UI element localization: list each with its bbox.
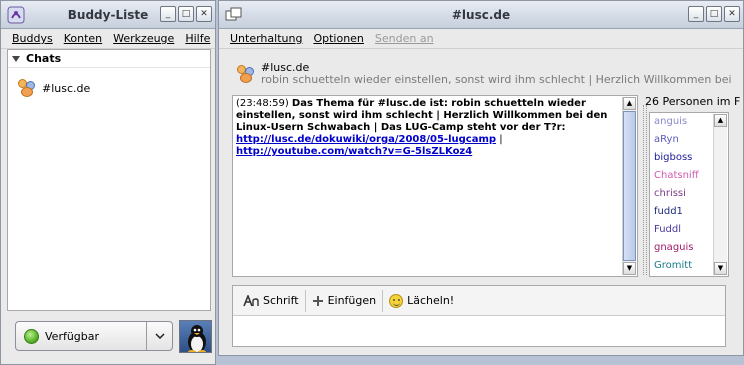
group-chats[interactable]: Chats: [8, 50, 210, 68]
scroll-up-icon[interactable]: ▲: [714, 114, 727, 127]
chat-item-label: #lusc.de: [42, 81, 91, 95]
menu-optionen[interactable]: Optionen: [313, 32, 363, 45]
scroll-down-icon[interactable]: ▼: [623, 262, 636, 275]
close-icon: ✕: [728, 8, 736, 19]
minimize-button[interactable]: _: [160, 6, 176, 22]
topic-text: robin schuetteln wieder einstellen, sons…: [261, 73, 731, 86]
minimize-button[interactable]: _: [688, 6, 704, 22]
chat-window: #lusc.de _ □ ✕ Unterhaltung Optionen Sen…: [218, 0, 744, 356]
available-status-icon: [24, 328, 39, 344]
message-text: Das Thema für #lusc.de ist: robin schuet…: [236, 98, 608, 133]
menu-unterhaltung[interactable]: Unterhaltung: [230, 32, 302, 45]
penguin-avatar-icon: [188, 325, 206, 352]
font-icon: [243, 294, 259, 306]
chat-item-lusc[interactable]: #lusc.de: [8, 74, 210, 102]
message-input-area[interactable]: Schrift Einfügen Lächeln!: [232, 285, 726, 347]
message-timestamp: (23:48:59): [236, 98, 289, 109]
menu-werkzeuge[interactable]: Werkzeuge: [113, 32, 174, 45]
insert-button-label: Einfügen: [327, 294, 377, 307]
chevron-down-icon[interactable]: [146, 322, 172, 350]
user-count-label: 26 Personen im F: [645, 95, 741, 108]
smile-button-label: Lächeln!: [407, 294, 455, 307]
buddy-list-titlebar[interactable]: Buddy-Liste _ □ ✕: [1, 1, 215, 29]
plus-icon: [312, 295, 323, 306]
smiley-icon: [389, 293, 404, 308]
close-icon: ✕: [200, 8, 208, 19]
insert-button[interactable]: Einfügen: [306, 286, 383, 316]
expander-arrow-icon[interactable]: [12, 55, 20, 62]
chat-group-icon: [18, 79, 36, 97]
font-button-label: Schrift: [263, 294, 299, 307]
message-separator: |: [499, 134, 503, 145]
scroll-up-icon[interactable]: ▲: [623, 97, 636, 110]
font-button[interactable]: Schrift: [237, 286, 305, 316]
conversation-log[interactable]: (23:48:59) Das Thema für #lusc.de ist: r…: [232, 95, 638, 277]
close-button[interactable]: ✕: [724, 6, 740, 22]
menu-konten[interactable]: Konten: [64, 32, 102, 45]
buddy-menubar: Buddys Konten Werkzeuge Hilfe: [1, 29, 215, 49]
user-list[interactable]: anguis aRyn bigboss Chatsniff chrissi fu…: [649, 112, 729, 277]
maximize-button[interactable]: □: [706, 6, 722, 22]
chat-group-icon: [237, 65, 255, 83]
minimize-icon: _: [693, 8, 699, 19]
group-label: Chats: [26, 52, 62, 65]
user-list-scrollbar[interactable]: ▲ ▼: [713, 114, 727, 275]
message-link-lugcamp[interactable]: http://lusc.de/dokuwiki/orga/2008/05-lug…: [236, 134, 496, 145]
menu-senden-an: Senden an: [374, 32, 434, 45]
maximize-icon: □: [181, 8, 191, 19]
message-link-youtube[interactable]: http://youtube.com/watch?v=G-5lsZLKoz4: [236, 146, 472, 157]
smile-button[interactable]: Lächeln!: [383, 286, 460, 316]
pane-resize-handle[interactable]: [643, 105, 647, 275]
menu-hilfe[interactable]: Hilfe: [185, 32, 210, 45]
status-label: Verfügbar: [45, 329, 100, 343]
status-selector[interactable]: Verfügbar: [15, 321, 173, 351]
maximize-icon: □: [709, 8, 719, 19]
chat-titlebar[interactable]: #lusc.de _ □ ✕: [219, 1, 743, 29]
topic-header: #lusc.de robin schuetteln wieder einstel…: [233, 59, 733, 87]
buddy-list-window: Buddy-Liste _ □ ✕ Buddys Konten Werkzeug…: [0, 0, 216, 365]
chat-menubar: Unterhaltung Optionen Senden an: [219, 29, 743, 49]
conversation-scrollbar[interactable]: ▲ ▼: [622, 97, 636, 275]
avatar[interactable]: [179, 320, 212, 353]
chat-title: #lusc.de: [451, 8, 511, 22]
buddy-tree[interactable]: Chats #lusc.de: [7, 49, 211, 311]
scroll-down-icon[interactable]: ▼: [714, 262, 727, 275]
minimize-icon: _: [165, 8, 171, 19]
format-toolbar: Schrift Einfügen Lächeln!: [233, 286, 725, 316]
maximize-button[interactable]: □: [178, 6, 194, 22]
scroll-thumb[interactable]: [623, 111, 636, 261]
close-button[interactable]: ✕: [196, 6, 212, 22]
menu-buddys[interactable]: Buddys: [12, 32, 53, 45]
